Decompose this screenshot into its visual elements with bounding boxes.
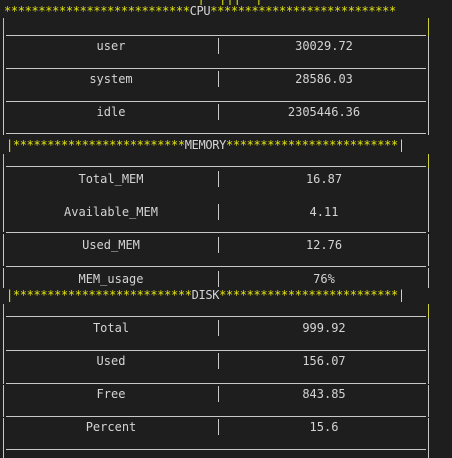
total-mem-value: 16.87 <box>305 172 343 186</box>
table-border <box>428 268 429 288</box>
table-border <box>428 56 429 70</box>
table-border <box>428 318 429 338</box>
mem-usage-value: 76% <box>313 272 335 286</box>
memory-header: |*************************MEMORY********… <box>6 138 405 152</box>
column-separator <box>218 171 219 187</box>
table-border <box>3 56 4 70</box>
table-border <box>428 418 429 458</box>
table-border <box>3 18 4 36</box>
cpu-idle-value: 2305446.36 <box>287 105 361 119</box>
column-separator <box>218 237 219 253</box>
column-separator <box>218 71 219 87</box>
table-border <box>428 234 429 266</box>
cpu-idle-label: idle <box>96 105 126 119</box>
disk-free-label: Free <box>96 387 126 401</box>
cpu-system-label: system <box>89 72 133 86</box>
cpu-user-value: 30029.72 <box>295 39 353 53</box>
table-border <box>428 103 429 135</box>
column-separator <box>218 38 219 54</box>
section-title: DISK <box>191 288 220 302</box>
section-title: MEMORY <box>184 138 227 152</box>
row-separator <box>6 266 426 267</box>
disk-header: |**************************DISK*********… <box>6 288 405 302</box>
available-mem-label: Available_MEM <box>64 205 158 219</box>
table-border <box>428 90 429 104</box>
table-border <box>3 338 4 352</box>
column-separator <box>218 419 219 435</box>
table-border <box>3 304 4 318</box>
disk-used-label: Used <box>96 354 126 368</box>
mem-usage-label: MEM_usage <box>78 272 144 286</box>
table-border <box>3 372 4 384</box>
section-title: CPU <box>189 4 211 18</box>
cpu-user-label: user <box>96 39 126 53</box>
table-border <box>3 154 4 168</box>
row-separator <box>6 449 426 450</box>
cpu-system-value: 28586.03 <box>295 72 353 86</box>
available-mem-value: 4.11 <box>309 205 339 219</box>
disk-total-value: 999.92 <box>302 321 346 335</box>
disk-percent-value: 15.6 <box>309 420 339 434</box>
row-separator <box>6 232 426 233</box>
table-border <box>3 405 4 417</box>
table-border <box>428 18 429 36</box>
disk-used-value: 156.07 <box>302 354 346 368</box>
disk-free-value: 843.85 <box>302 387 346 401</box>
table-border <box>428 372 429 384</box>
row-separator <box>6 316 426 317</box>
row-separator <box>6 133 426 134</box>
row-separator <box>6 383 426 384</box>
column-separator <box>218 104 219 120</box>
column-separator <box>218 386 219 402</box>
table-border <box>428 405 429 417</box>
table-border <box>428 70 429 90</box>
row-separator <box>6 68 426 69</box>
used-mem-label: Used_MEM <box>82 238 140 252</box>
disk-total-label: Total <box>92 321 130 335</box>
cpu-header: ***************************CPU**********… <box>4 4 396 18</box>
column-separator <box>218 320 219 336</box>
disk-percent-label: Percent <box>85 420 137 434</box>
table-border <box>428 352 429 372</box>
table-border <box>428 304 429 318</box>
column-separator <box>218 271 219 287</box>
total-mem-label: Total_MEM <box>78 172 144 186</box>
table-border <box>3 90 4 104</box>
table-border <box>428 168 429 196</box>
table-border <box>428 385 429 405</box>
row-separator <box>6 166 426 167</box>
column-separator <box>218 204 219 220</box>
table-border <box>428 36 429 56</box>
table-border <box>428 196 429 232</box>
row-separator <box>6 101 426 102</box>
terminal-output: | ||| | ***************************CPU**… <box>0 0 452 458</box>
row-separator <box>6 350 426 351</box>
row-separator <box>6 416 426 417</box>
table-border <box>428 154 429 168</box>
row-separator <box>6 35 426 36</box>
table-border <box>428 338 429 352</box>
column-separator <box>218 353 219 369</box>
used-mem-value: 12.76 <box>305 238 343 252</box>
